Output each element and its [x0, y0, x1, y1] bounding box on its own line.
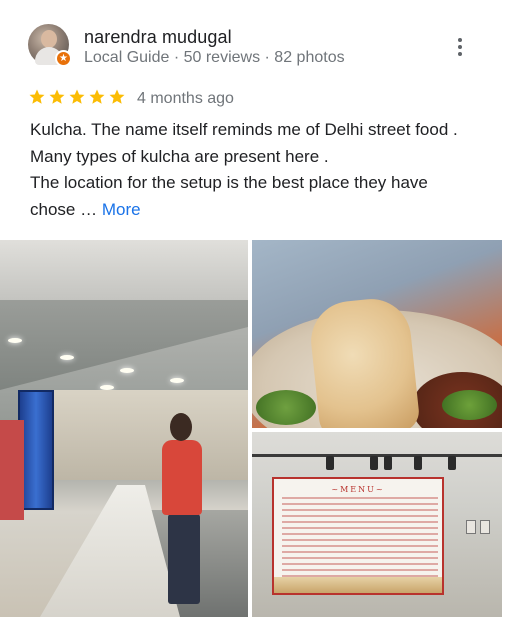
review-card: ★ narendra mudugal Local Guide · 50 revi… [0, 0, 505, 623]
review-line: chose … More [30, 197, 485, 224]
spotlight [384, 456, 392, 470]
menu-dot [458, 52, 462, 56]
counter [40, 485, 180, 617]
reviewer-meta: Local Guide · 50 reviews · 82 photos [84, 49, 345, 66]
ceiling-light [170, 378, 184, 383]
ceiling [0, 240, 248, 300]
avatar[interactable]: ★ [28, 24, 72, 67]
avatar-head [41, 30, 57, 48]
menu-dot [458, 38, 462, 42]
back-wall [20, 390, 248, 480]
menu-board-title: ~MENU~ [331, 485, 385, 494]
customer-left [0, 420, 24, 520]
spotlight [414, 456, 422, 470]
star-icon [49, 89, 65, 104]
customer-shirt [162, 440, 202, 515]
menu-dot [458, 45, 462, 49]
review-text: Kulcha. The name itself reminds me of De… [30, 117, 485, 223]
local-guide-badge-icon: ★ [55, 50, 72, 67]
photo-restaurant-interior[interactable] [0, 240, 248, 617]
wall-frame [466, 520, 476, 534]
ceiling-light [60, 355, 74, 360]
salad [256, 390, 316, 425]
ceiling-light [120, 368, 134, 373]
spotlight [370, 456, 378, 470]
star-icon [29, 89, 45, 104]
kulcha-bread [307, 295, 421, 428]
star-rating [28, 88, 126, 106]
star-icon [69, 89, 85, 104]
menu-items [282, 497, 438, 577]
more-vert-icon[interactable] [450, 36, 470, 58]
spotlight [448, 456, 456, 470]
star-icon [89, 89, 105, 104]
reviewer-name[interactable]: narendra mudugal [84, 27, 232, 48]
review-time: 4 months ago [137, 90, 234, 107]
photo-menu-board[interactable]: ~MENU~ [252, 432, 502, 617]
wall-frame [480, 520, 490, 534]
ceiling-light [8, 338, 22, 343]
menu-board: ~MENU~ [272, 477, 444, 595]
review-line-text: chose … [30, 199, 98, 219]
spotlight [326, 456, 334, 470]
menu-skyline-art [274, 577, 442, 593]
ceiling-slope [0, 300, 248, 390]
star-icon [109, 89, 125, 104]
review-line: Many types of kulcha are present here . [30, 146, 329, 166]
review-line: The location for the setup is the best p… [30, 173, 428, 192]
review-line: Kulcha. The name itself reminds me of De… [30, 120, 458, 139]
more-link[interactable]: More [102, 200, 141, 219]
customer-legs [168, 514, 200, 604]
coriander-garnish [442, 390, 497, 420]
customer-head [170, 413, 192, 441]
photo-kulcha-plate[interactable] [252, 240, 502, 428]
